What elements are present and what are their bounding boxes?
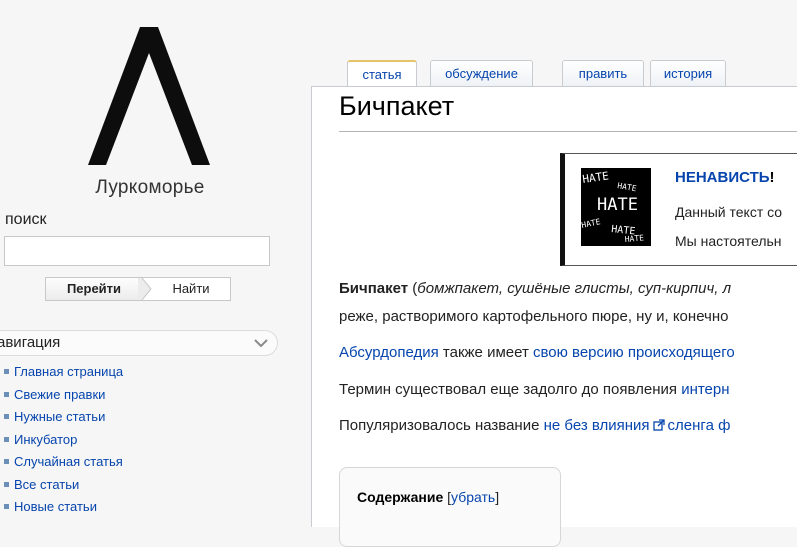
hate-word: HATE xyxy=(617,181,638,193)
nav-item-incubator[interactable]: Инкубатор xyxy=(0,432,123,455)
hate-image-art: HATEHATEHATEHATEHATEHATE xyxy=(581,169,645,244)
article-content: Бичпакет HATE HATE HATE HATE HATE HATE НЕНАВИ… xyxy=(311,86,797,547)
title-divider xyxy=(339,131,797,132)
influence-link[interactable]: не без влияния xyxy=(544,417,650,434)
go-button[interactable]: Перейти xyxy=(46,278,142,300)
nav-item-label: Инкубатор xyxy=(14,431,78,447)
find-button[interactable]: Найти xyxy=(152,278,230,300)
history-paragraph: Термин существовал еще задолго до появле… xyxy=(339,381,730,398)
version-link[interactable]: свою версию происходящего xyxy=(533,344,735,361)
logo-text: Луркоморье xyxy=(95,177,205,198)
nav-item-random-article[interactable]: Случайная статья xyxy=(0,454,123,477)
tab-discussion[interactable]: обсуждение xyxy=(430,60,533,86)
bullet-icon xyxy=(4,391,9,397)
navigation-title: авигация xyxy=(0,334,61,351)
bullet-icon xyxy=(4,459,9,465)
page-title: Бичпакет xyxy=(339,91,455,121)
banner-heading: НЕНАВИСТЬ! xyxy=(675,169,775,186)
absurdopedia-link[interactable]: Абсурдопедия xyxy=(339,344,439,361)
hate-word: HATE xyxy=(624,233,644,244)
paragraph-text: также имеет xyxy=(438,344,533,361)
site-logo[interactable]: Луркоморье xyxy=(80,25,220,205)
search-input[interactable] xyxy=(4,236,270,266)
toc-toggle: [убрать] xyxy=(443,489,499,505)
table-of-contents: Содержание [убрать] xyxy=(339,467,561,547)
tab-history[interactable]: история xyxy=(650,60,726,86)
toc-bracket: ] xyxy=(495,489,500,505)
bullet-icon xyxy=(4,504,9,510)
absurdopedia-paragraph: Абсурдопедия также имеет свою версию про… xyxy=(339,344,735,361)
lambda-logo-icon xyxy=(88,27,210,165)
hate-word: HATE xyxy=(597,195,638,215)
banner-heading-exclamation: ! xyxy=(769,169,775,186)
chevron-down-icon[interactable] xyxy=(253,337,269,349)
term-bold: Бичпакет xyxy=(339,280,409,297)
nav-item-new-articles[interactable]: Новые статьи xyxy=(0,499,123,522)
navigation-list: Главная страница Свежие правки Нужные ст… xyxy=(0,364,123,522)
nav-item-all-articles[interactable]: Все статьи xyxy=(0,477,123,500)
bullet-icon xyxy=(4,436,9,442)
internet-link[interactable]: интерн xyxy=(681,381,729,398)
nav-item-main-page[interactable]: Главная страница xyxy=(0,364,123,387)
tab-article[interactable]: статья xyxy=(347,60,417,86)
paragraph-text: Популяризовалось название xyxy=(339,417,544,434)
search-button-group: Перейти Найти xyxy=(45,277,231,301)
intro-paragraph-line: реже, растворимого картофельного пюре, н… xyxy=(339,308,729,325)
warning-banner: HATE HATE HATE HATE HATE HATE НЕНАВИСТЬ! Данн… xyxy=(560,153,797,266)
banner-text-line: Данный текст со xyxy=(675,204,783,220)
hate-word: HATE xyxy=(582,169,610,186)
nav-item-label: Случайная статья xyxy=(14,454,123,469)
hate-word: HATE xyxy=(581,217,601,230)
nav-item-label: Нужные статьи xyxy=(14,409,106,424)
paren-open: ( xyxy=(408,280,418,297)
search-label: поиск xyxy=(5,211,47,228)
nav-item-label: Новые статьи xyxy=(14,499,97,514)
nav-item-label: Свежие правки xyxy=(14,386,106,402)
paragraph-text: Термин существовал еще задолго до появле… xyxy=(339,381,682,398)
popularity-paragraph: Популяризовалось название не без влияния… xyxy=(339,417,730,434)
banner-heading-link[interactable]: НЕНАВИСТЬ xyxy=(675,169,770,186)
slang-link[interactable]: сленга ф xyxy=(668,417,731,434)
term-aliases: бомжпакет, сушёные глисты, суп-кирпич, л xyxy=(417,280,732,297)
nav-item-recent-changes[interactable]: Свежие правки xyxy=(0,387,123,410)
navigation-header[interactable]: авигация xyxy=(0,330,278,356)
hate-image: HATE HATE HATE HATE HATE HATE xyxy=(581,168,651,246)
toc-hide-link[interactable]: убрать xyxy=(451,489,495,505)
external-link-icon xyxy=(652,419,665,431)
toc-bracket: [ xyxy=(443,489,452,505)
nav-item-label: Главная страница xyxy=(14,364,124,379)
intro-paragraph: Бичпакет (бомжпакет, сушёные глисты, суп… xyxy=(339,280,731,297)
bullet-icon xyxy=(4,481,9,487)
nav-item-wanted-articles[interactable]: Нужные статьи xyxy=(0,409,123,432)
banner-text-line: Мы настоятельн xyxy=(675,233,782,249)
tab-edit[interactable]: править xyxy=(562,60,644,86)
toc-title-label: Содержание xyxy=(357,489,444,505)
bullet-icon xyxy=(4,414,9,420)
nav-item-label: Все статьи xyxy=(14,476,80,492)
bullet-icon xyxy=(4,369,9,375)
button-separator-arrow-icon xyxy=(138,278,152,300)
toc-title: Содержание [убрать] xyxy=(357,489,499,505)
